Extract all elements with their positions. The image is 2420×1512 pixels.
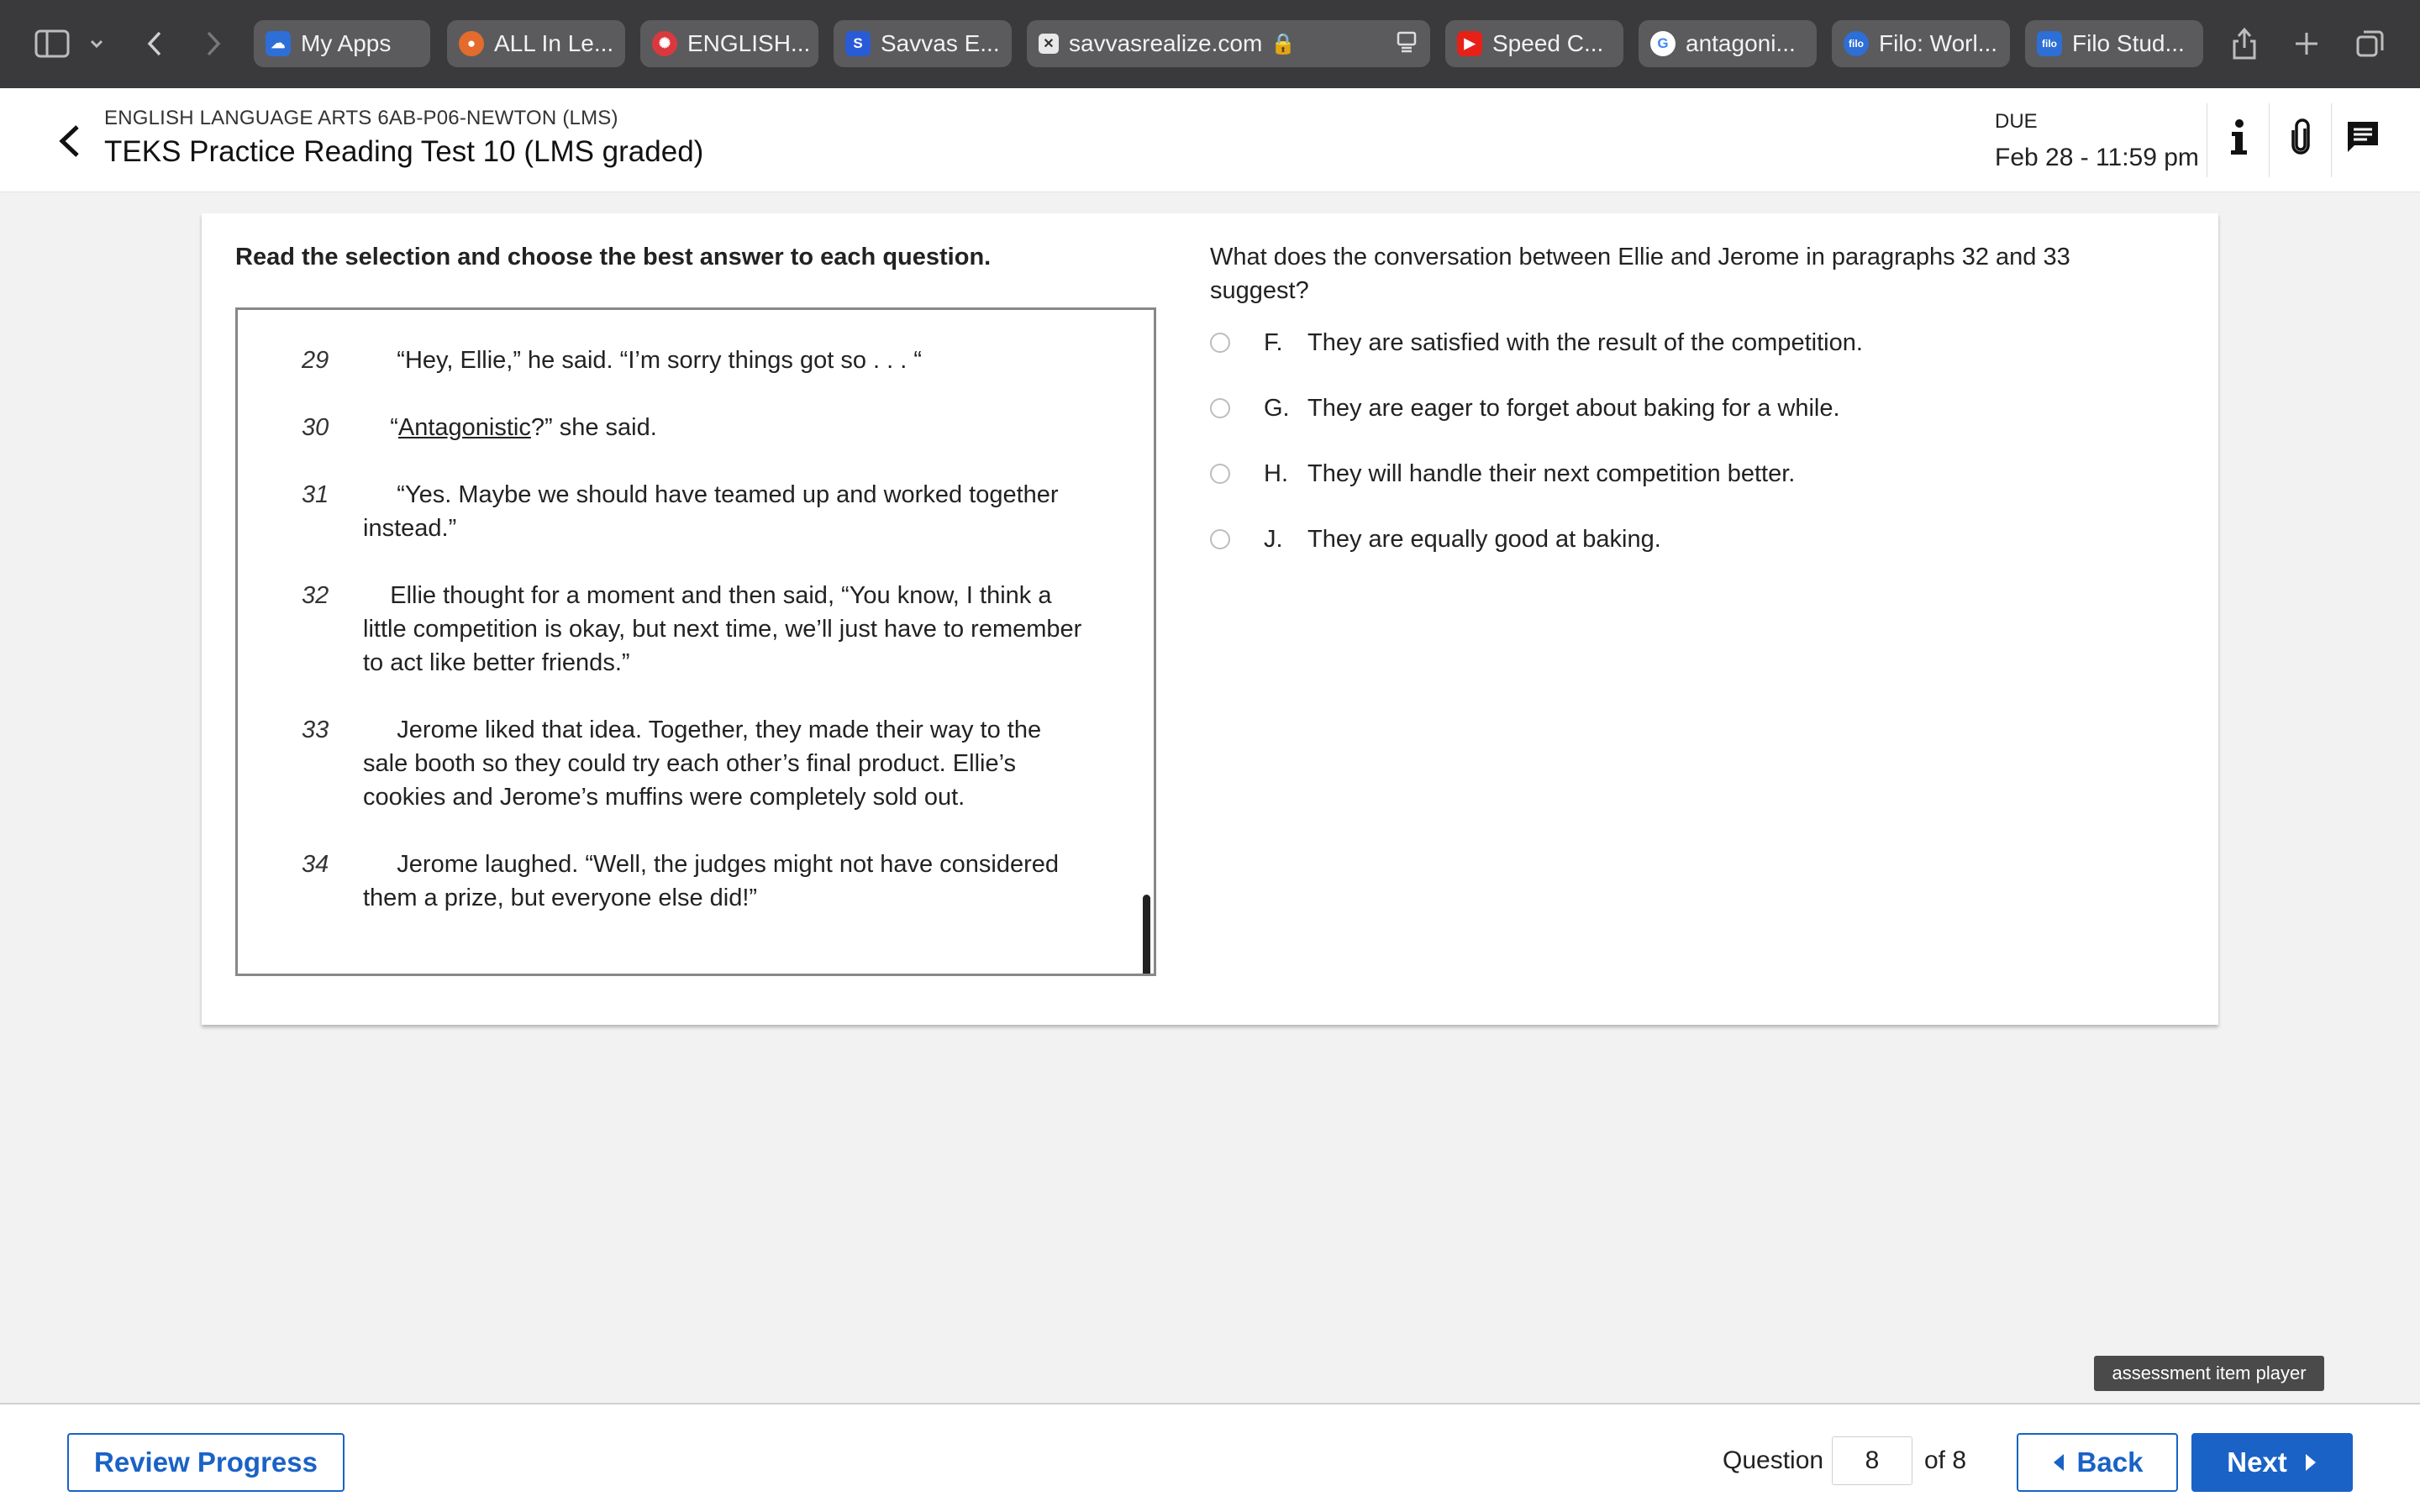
paragraph-text: Ellie thought for a moment and then said… xyxy=(363,582,1082,676)
due-label: DUE xyxy=(1995,110,2038,133)
back-label: Back xyxy=(2076,1446,2144,1478)
assessment-card: Read the selection and choose the best a… xyxy=(202,213,2218,1025)
tab-label: ENGLISH... xyxy=(687,30,811,56)
choice-text: They will handle their next competition … xyxy=(1307,459,1796,487)
tooltip: assessment item player xyxy=(2094,1356,2324,1391)
tab-label: My Apps xyxy=(301,30,392,56)
paragraph-number: 32 xyxy=(302,582,329,609)
browser-tab[interactable]: ▶ Speed C... xyxy=(1445,20,1623,67)
question-label: Question xyxy=(1723,1446,1824,1474)
browser-tab[interactable]: ✺ ENGLISH... xyxy=(640,20,818,67)
caret-right-icon xyxy=(2304,1452,2317,1473)
browser-tab[interactable]: ● ALL In Le... xyxy=(447,20,625,67)
answer-choice-g[interactable]: G. They are eager to forget about baking… xyxy=(1210,391,1840,425)
lock-icon: 🔒 xyxy=(1270,32,1297,55)
due-date: Feb 28 - 11:59 pm xyxy=(1995,144,2199,171)
paragraph-text: “Yes. Maybe we should have teamed up and… xyxy=(363,481,1059,542)
gear-icon: ✺ xyxy=(652,31,677,56)
paragraph-text: Jerome liked that idea. Together, they m… xyxy=(363,717,1042,811)
choice-letter: J. xyxy=(1264,525,1283,553)
radio-button[interactable] xyxy=(1210,333,1230,353)
filo-icon: filo xyxy=(1844,31,1869,56)
assessment-footer: Review Progress Question 8 of 8 Back Nex… xyxy=(0,1403,2420,1512)
tab-label: Filo Stud... xyxy=(2072,30,2185,56)
youtube-icon: ▶ xyxy=(1457,31,1482,56)
caret-left-icon xyxy=(2052,1452,2065,1473)
answer-choice-h[interactable]: H. They will handle their next competiti… xyxy=(1210,457,1795,491)
text-fragment: “ xyxy=(363,414,398,441)
back-arrow-icon[interactable] xyxy=(52,120,89,162)
globe-icon: ● xyxy=(459,31,484,56)
scrollbar-thumb[interactable] xyxy=(1143,895,1150,974)
browser-back-icon[interactable] xyxy=(134,18,175,69)
page-title: TEKS Practice Reading Test 10 (LMS grade… xyxy=(104,135,704,168)
browser-toolbar: ☁ My Apps ● ALL In Le... ✺ ENGLISH... S … xyxy=(0,0,2420,88)
sidebar-toggle-icon[interactable] xyxy=(32,18,72,69)
next-button[interactable]: Next xyxy=(2191,1433,2353,1492)
paperclip-icon[interactable] xyxy=(2277,112,2324,162)
radio-button[interactable] xyxy=(1210,398,1230,418)
google-icon: G xyxy=(1650,31,1676,56)
divider xyxy=(2331,103,2332,177)
tab-label: Filo: Worl... xyxy=(1879,30,1998,56)
choice-letter: G. xyxy=(1264,394,1290,422)
savvas-icon: S xyxy=(845,31,871,56)
reader-icon[interactable] xyxy=(1395,29,1418,59)
new-tab-icon[interactable] xyxy=(2287,18,2326,69)
question-text: What does the conversation between Ellie… xyxy=(1210,244,2070,304)
radio-button[interactable] xyxy=(1210,529,1230,549)
paragraph-text: Jerome laughed. “Well, the judges might … xyxy=(363,851,1060,911)
choice-text: They are eager to forget about baking fo… xyxy=(1307,394,1840,422)
tab-overview-icon[interactable] xyxy=(2351,18,2390,69)
review-progress-button[interactable]: Review Progress xyxy=(67,1433,345,1492)
vocabulary-link[interactable]: Antagonistic xyxy=(398,414,531,441)
course-name: ENGLISH LANGUAGE ARTS 6AB-P06-NEWTON (LM… xyxy=(104,107,618,129)
browser-forward-icon[interactable] xyxy=(193,18,234,69)
address-text: savvasrealize.com xyxy=(1069,30,1263,56)
paragraph-number: 33 xyxy=(302,717,329,743)
next-label: Next xyxy=(2227,1446,2287,1478)
reading-passage[interactable]: 29 “Hey, Ellie,” he said. “I’m sorry thi… xyxy=(235,307,1156,976)
question-total: of 8 xyxy=(1924,1446,1967,1474)
browser-tab[interactable]: ☁ My Apps xyxy=(254,20,430,67)
browser-tab[interactable]: filo Filo: Worl... xyxy=(1832,20,2010,67)
answer-choice-f[interactable]: F. They are satisfied with the result of… xyxy=(1210,326,1863,360)
comment-icon[interactable] xyxy=(2339,112,2386,162)
paragraph-number: 31 xyxy=(302,481,329,508)
back-button[interactable]: Back xyxy=(2017,1433,2178,1492)
share-icon[interactable] xyxy=(2225,18,2264,69)
chevron-down-icon[interactable] xyxy=(84,18,109,69)
paragraph-number: 34 xyxy=(302,851,329,878)
close-icon[interactable]: ✕ xyxy=(1039,34,1059,54)
paragraph-number: 30 xyxy=(302,414,329,441)
text-fragment: ?” she said. xyxy=(530,414,657,441)
browser-tab[interactable]: filo Filo Stud... xyxy=(2025,20,2203,67)
paragraph-text: “Hey, Ellie,” he said. “I’m sorry things… xyxy=(363,347,923,374)
tab-label: antagoni... xyxy=(1686,30,1796,56)
question-number-input[interactable]: 8 xyxy=(1832,1436,1912,1485)
info-icon[interactable] xyxy=(2215,112,2262,162)
address-bar[interactable]: ✕ savvasrealize.com 🔒 xyxy=(1027,20,1430,67)
choice-letter: H. xyxy=(1264,459,1288,487)
choice-text: They are satisfied with the result of th… xyxy=(1307,328,1863,356)
choice-text: They are equally good at baking. xyxy=(1307,525,1661,553)
answer-choice-j[interactable]: J. They are equally good at baking. xyxy=(1210,522,1661,556)
tab-label: Speed C... xyxy=(1492,30,1604,56)
paragraph-number: 29 xyxy=(302,347,329,374)
paragraph-text: “Antagonistic?” she said. xyxy=(363,411,1086,444)
tab-label: ALL In Le... xyxy=(494,30,614,56)
cloud-icon: ☁ xyxy=(266,31,291,56)
browser-tab[interactable]: G antagoni... xyxy=(1639,20,1817,67)
filo-icon: filo xyxy=(2037,31,2062,56)
assignment-header: ENGLISH LANGUAGE ARTS 6AB-P06-NEWTON (LM… xyxy=(0,88,2420,192)
choice-letter: F. xyxy=(1264,328,1283,356)
instructions: Read the selection and choose the best a… xyxy=(235,244,992,270)
radio-button[interactable] xyxy=(1210,464,1230,484)
tab-label: Savvas E... xyxy=(881,30,1000,56)
browser-tab[interactable]: S Savvas E... xyxy=(834,20,1012,67)
divider xyxy=(2269,103,2270,177)
